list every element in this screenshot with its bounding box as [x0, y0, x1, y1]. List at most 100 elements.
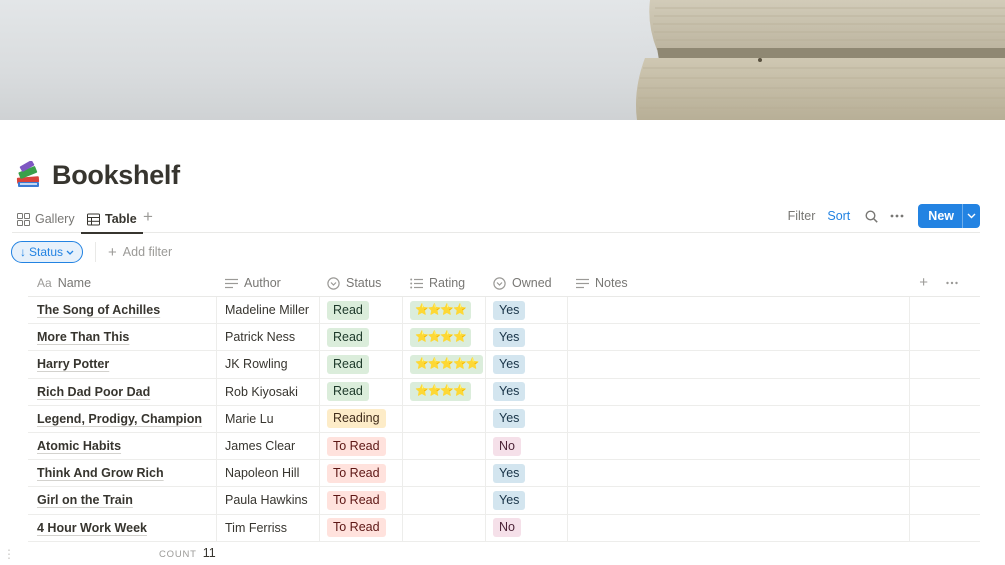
column-header-notes[interactable]: Notes [568, 269, 910, 297]
book-name-cell[interactable]: Atomic Habits [28, 432, 217, 460]
author-cell[interactable]: Rob Kiyosaki [217, 378, 320, 405]
status-cell[interactable]: To Read [320, 460, 403, 487]
add-filter-button[interactable]: + Add filter [108, 244, 172, 261]
new-button[interactable]: New [918, 204, 980, 228]
column-header-author[interactable]: Author [217, 269, 320, 297]
rating-cell[interactable]: ⭐⭐⭐⭐ [403, 324, 486, 351]
book-name-cell[interactable]: Legend, Prodigy, Champion [28, 405, 217, 432]
author-cell[interactable]: Patrick Ness [217, 324, 320, 351]
owned-cell[interactable]: Yes [486, 351, 568, 378]
status-cell[interactable]: Read [320, 351, 403, 378]
author-name: Patrick Ness [225, 330, 296, 345]
notes-cell[interactable] [568, 378, 910, 405]
status-cell[interactable]: Read [320, 324, 403, 351]
row-tail-cell [910, 487, 980, 513]
rating-cell[interactable]: ⭐⭐⭐⭐ [403, 297, 486, 324]
notes-cell[interactable] [568, 487, 910, 514]
cover-image [0, 0, 1005, 120]
view-bar: Gallery Table + Filter Sort New [12, 203, 980, 234]
status-cell[interactable]: Read [320, 378, 403, 405]
column-header-label: Status [346, 276, 382, 290]
book-name-cell[interactable]: Harry Potter [28, 351, 217, 378]
row-tail-cell [910, 406, 980, 432]
owned-cell[interactable]: No [486, 432, 568, 460]
notes-cell[interactable] [568, 351, 910, 378]
author-cell[interactable]: Paula Hawkins [217, 487, 320, 514]
table-body: The Song of Achilles Madeline Miller Read ⭐… [28, 297, 980, 542]
notes-cell[interactable] [568, 514, 910, 541]
table-row[interactable]: Harry Potter JK Rowling Read ⭐⭐⭐⭐⭐ Yes [28, 351, 980, 379]
author-cell[interactable]: James Clear [217, 432, 320, 460]
rating-cell[interactable]: ⭐⭐⭐⭐ [403, 378, 486, 405]
more-options-icon[interactable] [888, 207, 906, 225]
column-header-name[interactable]: Aa Name [28, 269, 217, 297]
column-header-status[interactable]: Status [320, 269, 403, 297]
book-name-cell[interactable]: More Than This [28, 324, 217, 351]
notes-cell[interactable] [568, 432, 910, 460]
notes-cell[interactable] [568, 297, 910, 324]
tab-gallery[interactable]: Gallery [17, 207, 75, 231]
filter-button[interactable]: Filter [788, 209, 816, 223]
status-tag: To Read [327, 518, 386, 538]
books-emoji-icon[interactable] [14, 161, 42, 189]
table-row[interactable]: Think And Grow Rich Napoleon Hill To Read Y… [28, 460, 980, 488]
book-name-cell[interactable]: Rich Dad Poor Dad [28, 378, 217, 405]
rating-cell[interactable] [403, 460, 486, 487]
book-name-cell[interactable]: 4 Hour Work Week [28, 514, 217, 541]
owned-cell[interactable]: Yes [486, 460, 568, 487]
owned-cell[interactable]: Yes [486, 487, 568, 514]
notes-cell[interactable] [568, 460, 910, 487]
table-row[interactable]: Legend, Prodigy, Champion Marie Lu Reading… [28, 405, 980, 433]
status-sort-chip[interactable]: ↓ Status [11, 241, 84, 263]
drag-handle-icon[interactable]: ⋮ [3, 547, 15, 561]
table-row[interactable]: The Song of Achilles Madeline Miller Read ⭐… [28, 297, 980, 325]
author-cell[interactable]: Tim Ferriss [217, 514, 320, 541]
owned-cell[interactable]: Yes [486, 324, 568, 351]
rating-cell[interactable]: ⭐⭐⭐⭐⭐ [403, 351, 486, 378]
status-cell[interactable]: To Read [320, 432, 403, 460]
tab-table-label: Table [105, 212, 137, 226]
add-view-plus-icon[interactable]: + [143, 207, 153, 227]
book-name-cell[interactable]: The Song of Achilles [28, 297, 217, 324]
owned-tag: Yes [493, 409, 526, 429]
status-cell[interactable]: To Read [320, 514, 403, 541]
author-cell[interactable]: Madeline Miller [217, 297, 320, 324]
status-cell[interactable]: Reading [320, 405, 403, 432]
toolbar: Filter Sort New [788, 203, 980, 229]
table-row[interactable]: Atomic Habits James Clear To Read No [28, 432, 980, 461]
owned-cell[interactable]: No [486, 514, 568, 541]
count-summary[interactable]: COUNT 11 [159, 546, 216, 560]
status-cell[interactable]: Read [320, 297, 403, 324]
table-row[interactable]: Rich Dad Poor Dad Rob Kiyosaki Read ⭐⭐⭐⭐ Yes [28, 378, 980, 406]
rating-cell[interactable] [403, 514, 486, 541]
table-row[interactable]: Girl on the Train Paula Hawkins To Read Yes [28, 487, 980, 515]
column-header-rating[interactable]: Rating [403, 269, 486, 297]
more-options-icon[interactable] [946, 281, 958, 285]
tab-table[interactable]: Table [81, 207, 143, 234]
multi-select-icon [410, 278, 423, 288]
sort-button[interactable]: Sort [827, 209, 850, 223]
author-cell[interactable]: Marie Lu [217, 405, 320, 432]
column-header-label: Name [57, 276, 92, 290]
status-cell[interactable]: To Read [320, 487, 403, 514]
author-cell[interactable]: Napoleon Hill [217, 460, 320, 487]
owned-cell[interactable]: Yes [486, 297, 568, 324]
column-header-owned[interactable]: Owned [486, 269, 568, 297]
author-cell[interactable]: JK Rowling [217, 351, 320, 378]
notes-cell[interactable] [568, 324, 910, 351]
owned-cell[interactable]: Yes [486, 378, 568, 405]
owned-cell[interactable]: Yes [486, 405, 568, 432]
divider [95, 242, 97, 262]
notes-cell[interactable] [568, 405, 910, 432]
search-icon[interactable] [862, 207, 880, 225]
add-property-plus-icon[interactable]: + [919, 274, 928, 291]
table-row[interactable]: 4 Hour Work Week Tim Ferriss To Read No [28, 514, 980, 542]
column-header-label: Notes [595, 276, 628, 290]
rating-cell[interactable] [403, 487, 486, 514]
book-name-cell[interactable]: Girl on the Train [28, 487, 217, 514]
rating-cell[interactable] [403, 432, 486, 460]
chevron-down-icon[interactable] [962, 204, 980, 228]
book-name-cell[interactable]: Think And Grow Rich [28, 460, 217, 487]
table-row[interactable]: More Than This Patrick Ness Read ⭐⭐⭐⭐ Yes [28, 324, 980, 352]
rating-cell[interactable] [403, 405, 486, 432]
